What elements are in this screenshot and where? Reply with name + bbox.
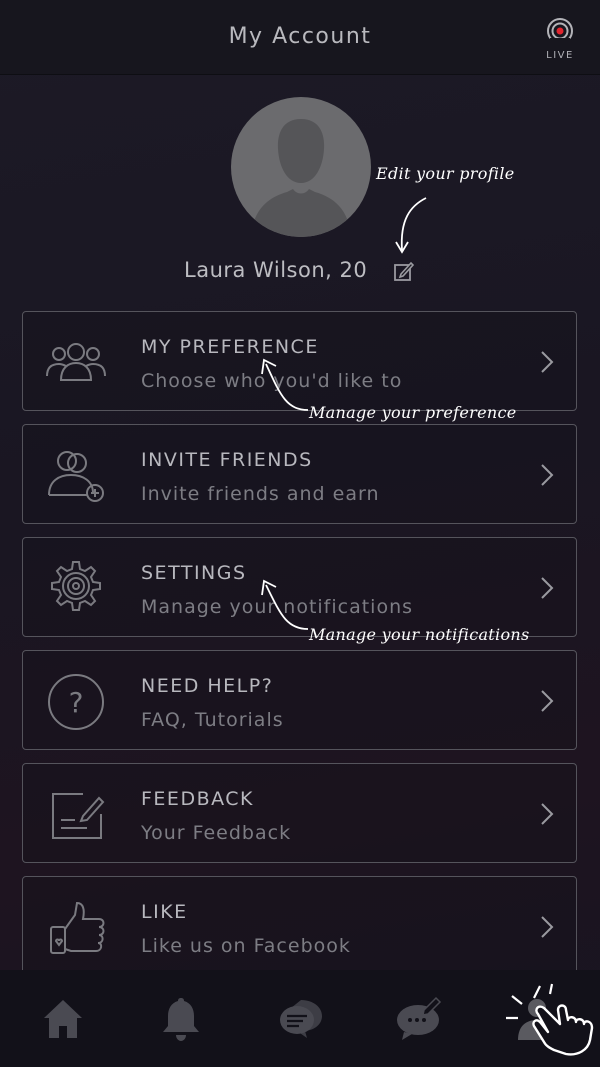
group-icon xyxy=(46,343,106,381)
menu-item-feedback[interactable]: FEEDBACK Your Feedback xyxy=(22,763,577,863)
chevron-right-icon xyxy=(541,803,554,825)
avatar[interactable] xyxy=(231,97,371,237)
hint-edit-profile: Edit your profile xyxy=(376,164,515,183)
menu-item-title: NEED HELP? xyxy=(141,675,274,697)
bell-icon[interactable] xyxy=(156,994,206,1042)
hint-manage-preference: Manage your preference xyxy=(309,403,517,422)
menu-item-subtitle: Invite friends and earn xyxy=(141,483,380,505)
chevron-right-icon xyxy=(541,916,554,938)
chevron-right-icon xyxy=(541,690,554,712)
feedback-icon xyxy=(52,793,105,839)
menu-item-subtitle: FAQ, Tutorials xyxy=(141,709,284,731)
chevron-right-icon xyxy=(541,464,554,486)
add-friend-icon xyxy=(48,451,104,502)
person-silhouette-icon xyxy=(251,119,351,237)
menu-item-title: LIKE xyxy=(141,901,188,923)
page-title: My Account xyxy=(228,24,372,49)
menu-item-subtitle: Like us on Facebook xyxy=(141,935,351,957)
menu-item-invite-friends[interactable]: INVITE FRIENDS Invite friends and earn xyxy=(22,424,577,524)
hint-arrow-icon xyxy=(261,358,309,411)
tap-hand-icon xyxy=(506,983,594,1056)
thumbs-up-icon xyxy=(50,901,105,954)
live-button[interactable]: LIVE xyxy=(542,16,578,61)
hint-manage-notifications: Manage your notifications xyxy=(309,625,530,644)
chat-icon[interactable] xyxy=(275,994,325,1042)
gear-icon xyxy=(51,561,101,611)
hint-arrow-icon xyxy=(395,197,427,254)
svg-text:?: ? xyxy=(69,686,84,719)
menu-item-title: FEEDBACK xyxy=(141,788,254,810)
profile-name: Laura Wilson, 20 xyxy=(184,258,368,282)
menu-item-need-help[interactable]: ? NEED HELP? FAQ, Tutorials xyxy=(22,650,577,750)
edit-icon[interactable] xyxy=(393,260,415,282)
live-label: LIVE xyxy=(546,50,574,61)
menu-item-title: SETTINGS xyxy=(141,562,247,584)
menu-item-title: INVITE FRIENDS xyxy=(141,449,313,471)
hint-arrow-icon xyxy=(261,579,309,630)
live-icon xyxy=(547,18,573,46)
chevron-right-icon xyxy=(541,351,554,373)
chevron-right-icon xyxy=(541,577,554,599)
home-icon[interactable] xyxy=(38,994,88,1042)
message-icon[interactable] xyxy=(394,994,444,1042)
menu-item-like[interactable]: LIKE Like us on Facebook xyxy=(22,876,577,976)
top-bar: My Account LIVE xyxy=(0,0,600,75)
menu-item-subtitle: Your Feedback xyxy=(141,822,292,844)
help-icon: ? xyxy=(48,674,104,730)
